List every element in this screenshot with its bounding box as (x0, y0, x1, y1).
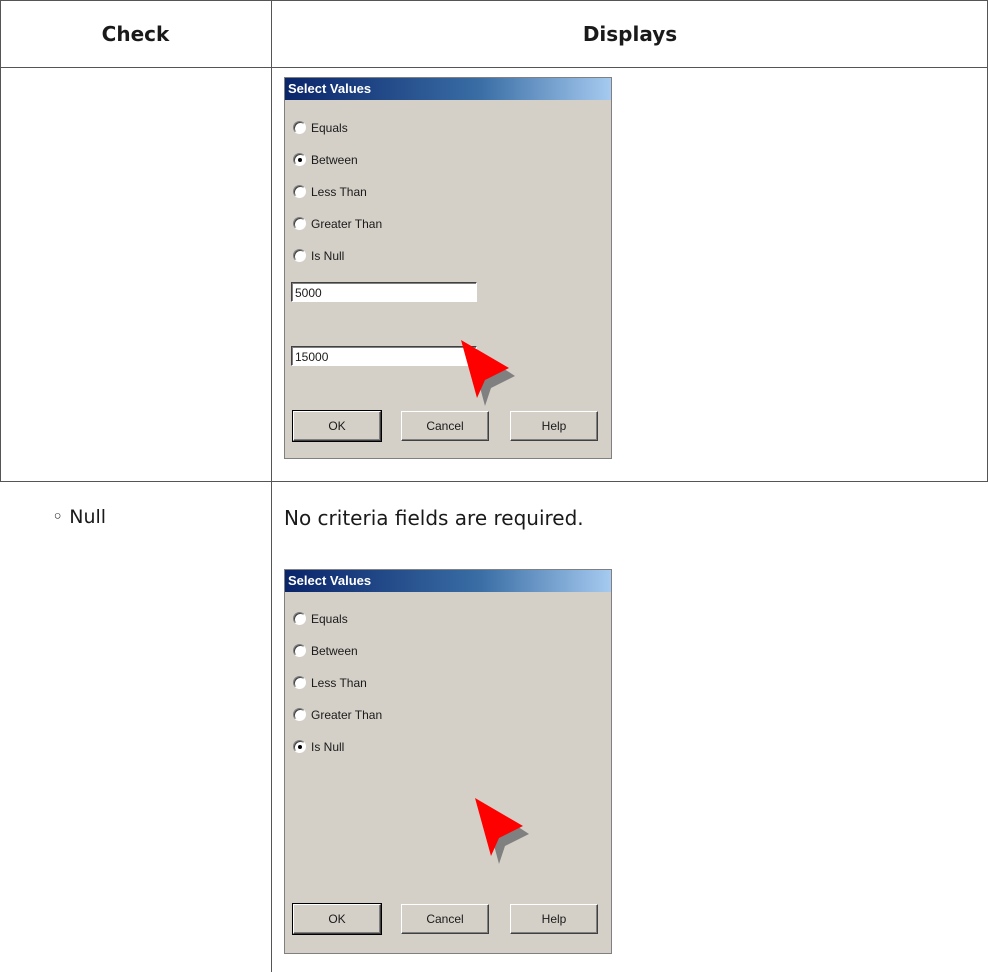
radio-button-icon (293, 121, 306, 134)
radio-label: Greater Than (311, 217, 383, 231)
criteria-table: Check Displays Select Values Equals Betw… (0, 0, 988, 972)
radio-label: Less Than (311, 185, 367, 199)
cancel-button[interactable]: Cancel (401, 904, 489, 934)
ok-button[interactable]: OK (292, 903, 382, 935)
dialog-title: Select Values (285, 570, 611, 592)
radio-equals[interactable]: Equals (293, 610, 348, 628)
table-border-left (0, 0, 1, 481)
header-displays: Displays (582, 22, 678, 46)
check-null-label: ◦ Null (52, 506, 107, 528)
header-check: Check (101, 22, 170, 46)
radio-between[interactable]: Between (293, 642, 358, 660)
row-description: No criteria fields are required. (284, 506, 584, 530)
radio-between[interactable]: Between (293, 151, 358, 169)
from-value-input[interactable]: 5000 (291, 282, 477, 302)
to-value-input[interactable]: 15000 (291, 346, 477, 366)
radio-label: Is Null (311, 249, 345, 263)
select-values-dialog-between: Select Values Equals Between Less Than G… (284, 77, 612, 459)
radio-greater-than[interactable]: Greater Than (293, 706, 382, 724)
radio-label: Between (311, 644, 358, 658)
radio-is-null[interactable]: Is Null (293, 738, 344, 756)
dialog-title: Select Values (285, 78, 611, 100)
radio-less-than[interactable]: Less Than (293, 183, 367, 201)
red-arrow-pointer-icon (475, 798, 529, 864)
select-values-dialog-null: Select Values Equals Between Less Than G… (284, 569, 612, 954)
table-border-top (0, 0, 988, 1)
header-divider (0, 67, 988, 68)
radio-button-icon (293, 612, 306, 625)
radio-is-null[interactable]: Is Null (293, 247, 344, 265)
radio-label: Equals (311, 121, 348, 135)
radio-button-icon (293, 676, 306, 689)
radio-equals[interactable]: Equals (293, 119, 348, 137)
radio-greater-than[interactable]: Greater Than (293, 215, 382, 233)
radio-button-icon (293, 217, 306, 230)
cancel-button[interactable]: Cancel (401, 411, 489, 441)
radio-button-checked-icon (293, 740, 306, 753)
column-divider (271, 0, 272, 972)
radio-button-icon (293, 185, 306, 198)
radio-button-icon (293, 644, 306, 657)
radio-label: Between (311, 153, 358, 167)
ok-button[interactable]: OK (292, 410, 382, 442)
row-divider (0, 481, 988, 482)
radio-button-icon (293, 249, 306, 262)
radio-button-icon (293, 708, 306, 721)
radio-label: Less Than (311, 676, 367, 690)
radio-label: Equals (311, 612, 348, 626)
help-button[interactable]: Help (510, 411, 598, 441)
radio-button-checked-icon (293, 153, 306, 166)
radio-label: Greater Than (311, 708, 383, 722)
radio-label: Is Null (311, 740, 345, 754)
radio-less-than[interactable]: Less Than (293, 674, 367, 692)
help-button[interactable]: Help (510, 904, 598, 934)
red-arrow-pointer-icon (461, 340, 515, 406)
